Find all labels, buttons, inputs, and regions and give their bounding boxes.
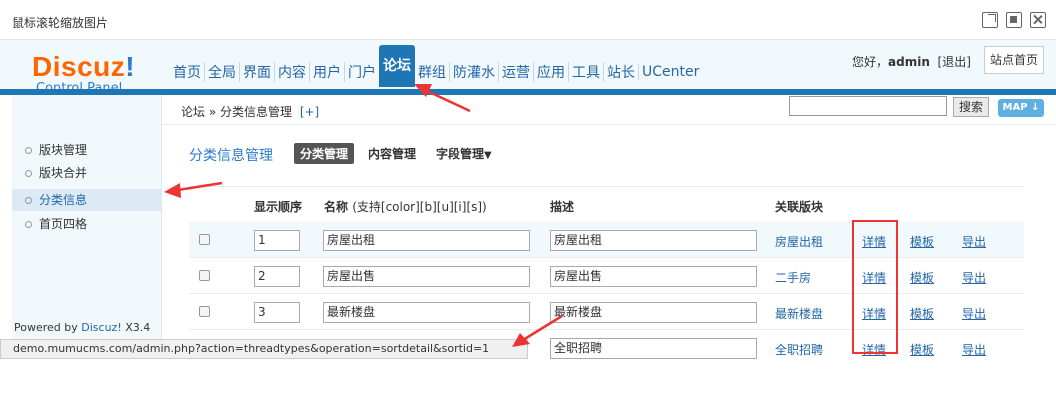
divider (189, 186, 1024, 187)
logout-link[interactable]: [退出] (938, 55, 971, 69)
export-link[interactable]: 导出 (962, 341, 986, 358)
annotation-highlight-box (852, 220, 898, 354)
template-link[interactable]: 模板 (910, 341, 934, 358)
nav-item-content[interactable]: 内容 (274, 62, 309, 82)
arrow-down-icon: ↓ (1031, 102, 1040, 113)
nav-item-forum[interactable]: 论坛 (379, 45, 415, 87)
window-title: 鼠标滚轮缩放图片 (12, 16, 109, 30)
tab-field-manage[interactable]: 字段管理▼ (430, 143, 498, 164)
order-input[interactable]: 3 (254, 302, 300, 323)
logo-brand-ex: ! (125, 51, 136, 82)
nav-item-portal[interactable]: 门户 (344, 62, 379, 82)
restore-icon[interactable] (1006, 12, 1022, 28)
desc-input[interactable]: 最新楼盘 (550, 302, 757, 323)
nav-item-tools[interactable]: 工具 (568, 62, 603, 82)
header-name-hint: (支持[color][b][u][i][s]) (352, 200, 487, 214)
powered-by: Powered by Discuz! X3.4 (14, 321, 150, 334)
nav-item-antispam[interactable]: 防灌水 (449, 62, 498, 82)
nav-item-global[interactable]: 全局 (204, 62, 239, 82)
order-input[interactable]: 1 (254, 230, 300, 251)
close-icon[interactable] (1030, 12, 1046, 28)
powered-version: X3.4 (121, 321, 151, 334)
forum-link[interactable]: 二手房 (775, 269, 811, 286)
order-input[interactable]: 2 (254, 266, 300, 287)
map-button[interactable]: MAP ↓ (998, 99, 1044, 117)
table-row: 3 最新楼盘 最新楼盘 最新楼盘 详情 模板 导出 (189, 294, 1024, 330)
window-controls (982, 12, 1046, 28)
caret-down-icon: ▼ (484, 150, 492, 161)
sidebar-item-forum-merge[interactable]: 版块合并 (12, 162, 162, 184)
forum-link[interactable]: 全职招聘 (775, 341, 823, 358)
add-shortcut-link[interactable]: [+] (300, 105, 319, 119)
breadcrumb: 论坛 » 分类信息管理 [+] (181, 103, 319, 120)
window-titlebar: 鼠标滚轮缩放图片 (0, 0, 1056, 40)
left-sidebar: 版块管理 版块合并 分类信息 首页四格 (12, 95, 162, 345)
breadcrumb-text: 论坛 » 分类信息管理 (181, 105, 292, 119)
nav-item-ucenter[interactable]: UCenter (638, 64, 702, 80)
table-row: 1 房屋出租 房屋出租 房屋出租 详情 模板 导出 (189, 222, 1024, 258)
sidebar-item-forum-manage[interactable]: 版块管理 (12, 139, 162, 161)
desc-input[interactable]: 房屋出售 (550, 266, 757, 287)
content-tabs: 分类管理 内容管理 字段管理▼ (294, 143, 498, 164)
sidebar-item-threadtypes[interactable]: 分类信息 (12, 189, 162, 211)
row-checkbox[interactable] (199, 234, 210, 245)
sidebar-item-grid[interactable]: 首页四格 (12, 213, 162, 235)
template-link[interactable]: 模板 (910, 269, 934, 286)
nav-item-style[interactable]: 界面 (239, 62, 274, 82)
name-input[interactable]: 房屋出售 (323, 266, 530, 287)
nav-item-home[interactable]: 首页 (170, 62, 204, 82)
tab-field-manage-label: 字段管理 (436, 147, 485, 161)
powered-text: Powered by (14, 321, 82, 334)
row-checkbox[interactable] (199, 306, 210, 317)
export-link[interactable]: 导出 (962, 233, 986, 250)
name-input[interactable]: 房屋出租 (323, 230, 530, 251)
header-order: 显示顺序 (254, 200, 303, 214)
nav-item-user[interactable]: 用户 (309, 62, 344, 82)
search-input[interactable] (789, 96, 947, 116)
link-status-bar: demo.mumucms.com/admin.php?action=thread… (0, 339, 528, 359)
search-button[interactable]: 搜索 (953, 97, 989, 117)
header-name: 名称 (支持[color][b][u][i][s]) (324, 198, 487, 215)
page-title: 分类信息管理 (189, 148, 273, 164)
username: admin (888, 55, 930, 69)
template-link[interactable]: 模板 (910, 305, 934, 322)
template-link[interactable]: 模板 (910, 233, 934, 250)
row-checkbox[interactable] (199, 270, 210, 281)
nav-item-webmaster[interactable]: 站长 (603, 62, 638, 82)
logo-brand: Discuz (32, 51, 126, 82)
top-nav: 首页 全局 界面 内容 用户 门户 论坛 群组 防灌水 运营 应用 工具 站长 … (170, 45, 702, 87)
greeting-text: 您好， (852, 55, 889, 69)
header-forum: 关联版块 (775, 200, 824, 214)
table-row: 2 房屋出售 房屋出售 二手房 详情 模板 导出 (189, 258, 1024, 294)
export-link[interactable]: 导出 (962, 305, 986, 322)
name-input[interactable]: 最新楼盘 (323, 302, 530, 323)
tab-content-manage[interactable]: 内容管理 (362, 143, 422, 164)
user-greeting: 您好，admin [退出] (852, 53, 971, 70)
header-name-label: 名称 (324, 200, 349, 214)
nav-item-operation[interactable]: 运营 (498, 62, 533, 82)
tab-sort-manage[interactable]: 分类管理 (294, 143, 355, 164)
map-label: MAP (1002, 102, 1028, 113)
forum-link[interactable]: 房屋出租 (775, 233, 823, 250)
desc-input[interactable]: 房屋出租 (550, 230, 757, 251)
forum-link[interactable]: 最新楼盘 (775, 305, 823, 322)
site-home-button[interactable]: 站点首页 (984, 46, 1044, 74)
header-desc: 描述 (550, 200, 575, 214)
expand-icon[interactable] (982, 12, 998, 28)
export-link[interactable]: 导出 (962, 269, 986, 286)
desc-input[interactable]: 全职招聘 (550, 338, 757, 359)
nav-item-app[interactable]: 应用 (533, 62, 568, 82)
powered-brand-link[interactable]: Discuz! (81, 321, 121, 334)
nav-item-group[interactable]: 群组 (415, 62, 449, 82)
